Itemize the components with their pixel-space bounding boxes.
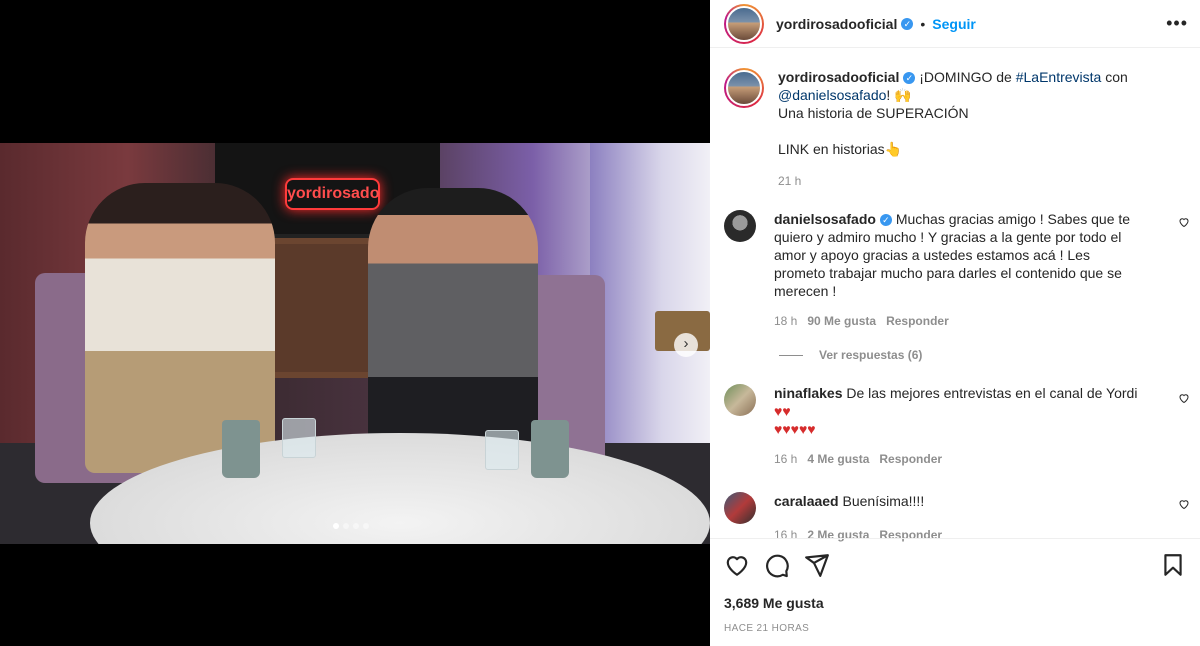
comment-like-icon[interactable] — [1178, 216, 1190, 228]
share-icon[interactable] — [804, 552, 830, 578]
post-media: yordirosado › — [0, 0, 710, 646]
comment-text: Buenísima!!!! — [842, 493, 925, 509]
comment-time[interactable]: 18 h — [774, 312, 797, 330]
view-replies-label[interactable]: Ver respuestas (6) — [819, 348, 922, 362]
carousel-dot — [343, 523, 349, 529]
post-timestamp[interactable]: HACE 21 HORAS — [724, 623, 1186, 634]
comment-item: caralaaed Buenísima!!!! 16 h 2 Me gusta … — [724, 492, 1192, 544]
caption-line: LINK en historias👆 — [778, 141, 903, 157]
author-avatar[interactable] — [724, 3, 764, 44]
more-options-icon[interactable]: ••• — [1166, 13, 1188, 34]
carousel-next-button[interactable]: › — [674, 333, 698, 357]
caption-time: 21 h — [778, 174, 802, 188]
commenter-avatar[interactable] — [724, 492, 756, 524]
post-caption: yordirosadooficial ✓ ¡DOMINGO de #LaEntre… — [724, 49, 1192, 190]
photo-mug-left — [222, 420, 260, 478]
verified-icon: ✓ — [903, 72, 916, 85]
comment-body: ninaflakes De las mejores entrevistas en… — [774, 384, 1144, 468]
carousel-dot — [353, 523, 359, 529]
commenter-username[interactable]: ninaflakes — [774, 385, 842, 401]
comment-time[interactable]: 16 h — [774, 450, 797, 468]
commenter-username[interactable]: danielsosafado — [774, 211, 876, 227]
commenter-avatar[interactable] — [724, 210, 756, 242]
carousel-dot — [333, 523, 339, 529]
comments-section: yordirosadooficial ✓ ¡DOMINGO de #LaEntre… — [710, 49, 1200, 542]
likes-count[interactable]: 3,689 Me gusta — [724, 595, 1186, 611]
carousel-dots — [333, 523, 369, 529]
comment-text: De las mejores entrevistas en el canal d… — [846, 385, 1138, 401]
view-replies-button[interactable]: Ver respuestas (6) — [779, 348, 1192, 362]
separator-dot: • — [920, 15, 926, 32]
comment-icon[interactable] — [764, 552, 790, 578]
like-icon[interactable] — [724, 552, 750, 578]
comment-like-icon[interactable] — [1178, 392, 1190, 404]
comment-body: caralaaed Buenísima!!!! 16 h 2 Me gusta … — [774, 492, 1144, 544]
photo-glass-left — [282, 418, 316, 458]
post-panel: yordirosadooficial ✓ • Seguir ••• yordir… — [710, 0, 1200, 646]
comment-reply-button[interactable]: Responder — [879, 450, 942, 468]
caption-line: Una historia de SUPERACIÓN — [778, 105, 969, 121]
caption-body: yordirosadooficial ✓ ¡DOMINGO de #LaEntre… — [778, 68, 1158, 190]
action-bar — [724, 539, 1186, 591]
comment-body: danielsosafado ✓ Muchas gracias amigo ! S… — [774, 210, 1144, 330]
commenter-username[interactable]: caralaaed — [774, 493, 839, 509]
caption-author-avatar[interactable] — [724, 68, 764, 108]
photo-tv-logo: yordirosado — [285, 178, 380, 210]
verified-icon: ✓ — [879, 214, 892, 227]
caption-author[interactable]: yordirosadooficial — [778, 69, 899, 85]
comment-likes[interactable]: 4 Me gusta — [807, 450, 869, 468]
mention-link[interactable]: @danielsosafado — [778, 87, 886, 103]
heart-emoji: ♥♥♥♥♥ — [774, 421, 816, 437]
caption-text: ! 🙌 — [886, 87, 912, 103]
comment-item: danielsosafado ✓ Muchas gracias amigo ! S… — [724, 210, 1192, 330]
comment-meta: 16 h 4 Me gusta Responder — [774, 450, 1144, 468]
commenter-avatar[interactable] — [724, 384, 756, 416]
bookmark-icon[interactable] — [1160, 552, 1186, 578]
caption-text: con — [1101, 69, 1128, 85]
author-username[interactable]: yordirosadooficial — [776, 16, 897, 32]
verified-icon: ✓ — [901, 17, 914, 30]
hashtag-link[interactable]: #LaEntrevista — [1016, 69, 1102, 85]
post-header: yordirosadooficial ✓ • Seguir ••• — [710, 0, 1200, 48]
photo-mug-right — [531, 420, 569, 478]
follow-button[interactable]: Seguir — [932, 16, 976, 32]
photo-glass-right — [485, 430, 519, 470]
caption-text: ¡DOMINGO de — [919, 69, 1016, 85]
comment-like-icon[interactable] — [1178, 498, 1190, 510]
replies-line — [779, 354, 803, 356]
photo-person-right — [368, 188, 538, 458]
heart-emoji: ♥♥ — [774, 403, 791, 419]
carousel-dot — [363, 523, 369, 529]
comment-item: ninaflakes De las mejores entrevistas en… — [724, 384, 1192, 468]
comment-meta: 18 h 90 Me gusta Responder — [774, 312, 1144, 330]
comment-likes[interactable]: 90 Me gusta — [807, 312, 876, 330]
post-actions: 3,689 Me gusta HACE 21 HORAS — [710, 538, 1200, 634]
post-photo[interactable]: yordirosado — [0, 143, 710, 544]
comment-reply-button[interactable]: Responder — [886, 312, 949, 330]
